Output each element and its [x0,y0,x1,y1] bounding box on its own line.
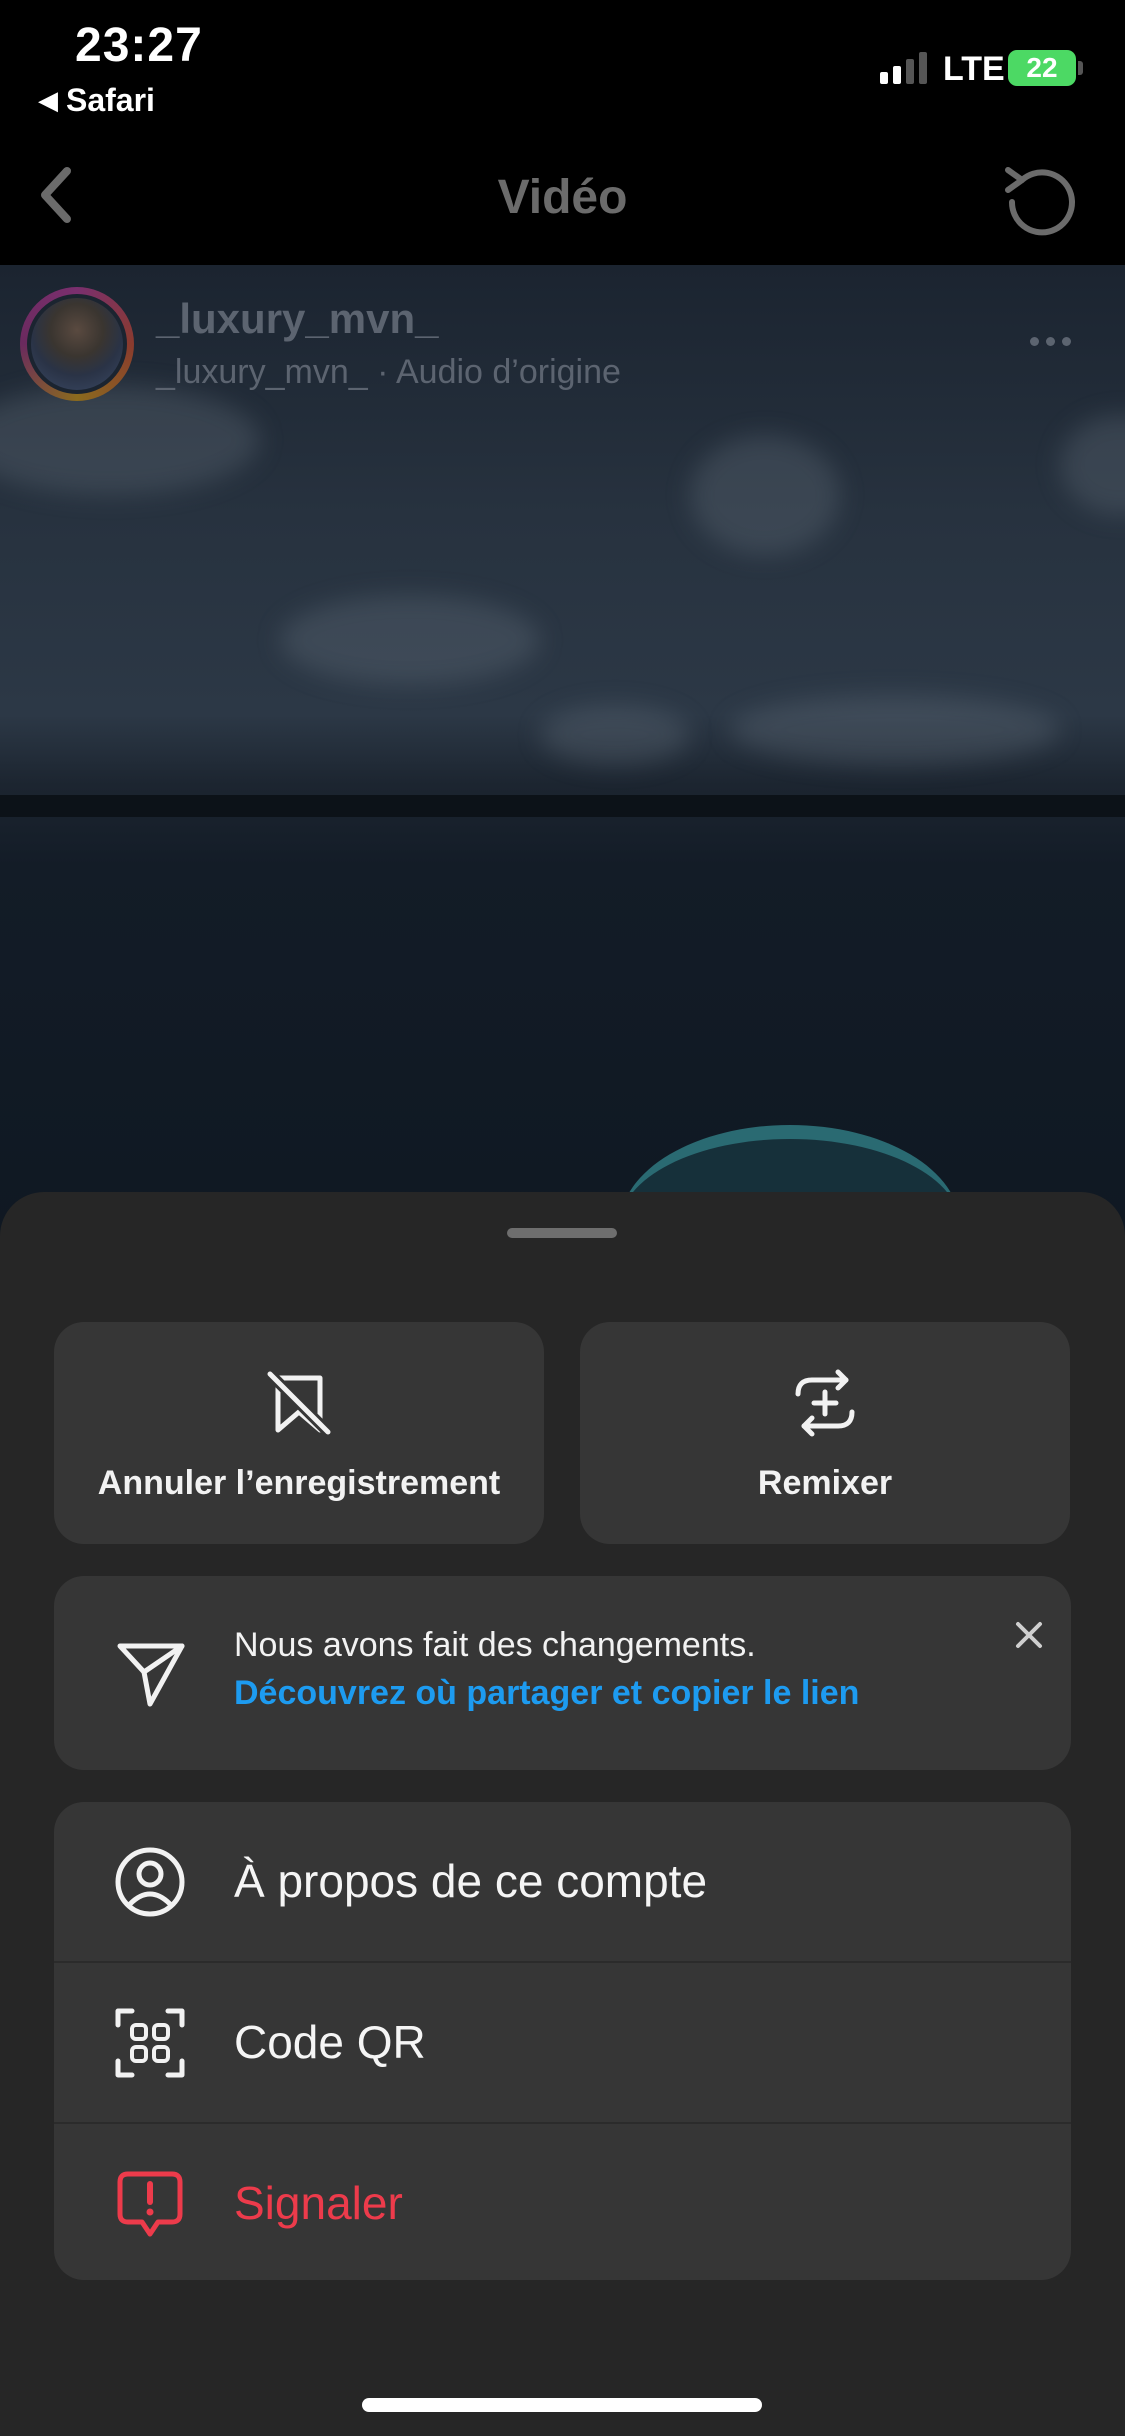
share-changes-notice[interactable]: Nous avons fait des changements. Découvr… [54,1576,1071,1770]
more-options-icon[interactable] [1030,337,1071,346]
menu-label-about-account: À propos de ce compte [234,1855,708,1907]
avatar-image [27,294,127,394]
report-icon [114,2168,186,2240]
refresh-icon[interactable] [1000,160,1080,240]
back-triangle-icon: ◀ [38,85,58,115]
options-menu: À propos de ce compte Code QR Signaler [54,1802,1071,2280]
unsave-button[interactable]: Annuler l’enregistrement [54,1322,544,1544]
battery-icon: 22 [1008,50,1076,86]
remix-label: Remixer [757,1464,893,1502]
post-audio-line[interactable]: _luxury_mvn_ · Audio d’origine [156,353,621,392]
menu-item-about-account[interactable]: À propos de ce compte [54,1802,1071,1961]
send-icon [114,1636,188,1715]
nav-bar: Vidéo [0,130,1125,265]
network-type: LTE [943,50,1005,88]
page-title: Vidéo [497,171,628,224]
close-icon[interactable] [1004,1610,1054,1660]
qr-code-icon [114,2007,186,2079]
shoreline [0,795,1125,817]
notice-text: Nous avons fait des changements. [234,1626,756,1664]
notice-link[interactable]: Découvrez où partager et copier le lien [234,1674,859,1713]
back-app-label: Safari [66,82,155,118]
bookmark-slash-icon [54,1368,544,1438]
home-indicator[interactable] [362,2398,762,2412]
menu-item-report[interactable]: Signaler [54,2124,1071,2280]
remix-icon [580,1368,1070,1438]
menu-label-qr-code: Code QR [234,2016,426,2068]
status-time: 23:27 [75,19,203,72]
sheet-grabber[interactable] [507,1228,617,1238]
options-sheet: Annuler l’enregistrement Remixer Nous av… [0,1192,1125,2436]
video-player[interactable] [0,265,1125,1265]
back-to-safari[interactable]: ◀ Safari [38,82,155,119]
status-bar: 23:27 ◀ Safari LTE 22 [0,0,1125,130]
post-username[interactable]: _luxury_mvn_ [156,295,438,343]
user-circle-icon [114,1846,186,1918]
battery-level: 22 [1026,52,1058,83]
unsave-label: Annuler l’enregistrement [97,1464,501,1502]
menu-label-report: Signaler [234,2177,403,2229]
menu-item-qr-code[interactable]: Code QR [54,1963,1071,2122]
avatar[interactable] [20,287,134,401]
post-header: _luxury_mvn_ _luxury_mvn_ · Audio d’orig… [0,265,1125,405]
battery-cap [1078,61,1083,75]
remix-button[interactable]: Remixer [580,1322,1070,1544]
signal-icon [880,52,927,84]
